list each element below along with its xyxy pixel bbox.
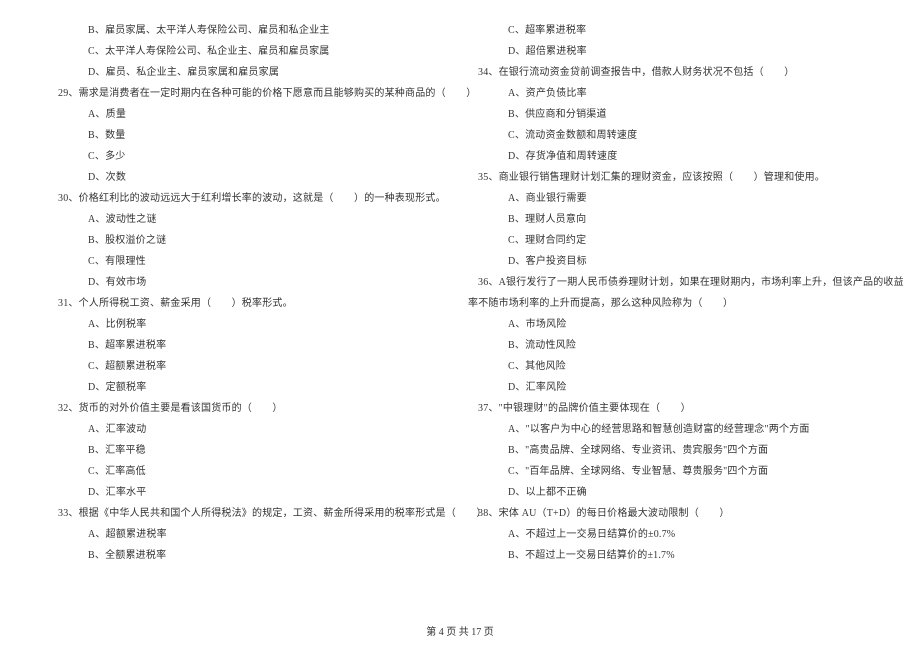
right-column: C、超率累进税率 D、超倍累进税率 34、在银行流动资金贷前调查报告中，借款人财… — [460, 20, 880, 600]
exam-page: B、雇员家属、太平洋人寿保险公司、雇员和私企业主 C、太平洋人寿保险公司、私企业… — [0, 0, 920, 600]
option-text: C、"百年品牌、全球网络、专业智慧、尊贵服务"四个方面 — [468, 461, 872, 482]
option-text: D、有效市场 — [48, 272, 452, 293]
option-text: B、不超过上一交易日结算价的±1.7% — [468, 545, 872, 566]
question-35: 35、商业银行销售理财计划汇集的理财资金，应该按照（ ）管理和使用。 — [468, 167, 872, 188]
option-text: C、太平洋人寿保险公司、私企业主、雇员和雇员家属 — [48, 41, 452, 62]
option-text: D、汇率水平 — [48, 482, 452, 503]
question-31: 31、个人所得税工资、薪金采用（ ）税率形式。 — [48, 293, 452, 314]
option-text: B、超率累进税率 — [48, 335, 452, 356]
question-36: 36、A银行发行了一期人民币债券理财计划，如果在理财期内，市场利率上升，但该产品… — [468, 272, 872, 293]
option-text: D、次数 — [48, 167, 452, 188]
page-footer: 第 4 页 共 17 页 — [0, 623, 920, 638]
option-text: C、理财合同约定 — [468, 230, 872, 251]
option-text: C、超率累进税率 — [468, 20, 872, 41]
option-text: A、质量 — [48, 104, 452, 125]
option-text: B、"高贵品牌、全球网络、专业资讯、贵宾服务"四个方面 — [468, 440, 872, 461]
option-text: C、汇率高低 — [48, 461, 452, 482]
option-text: A、市场风险 — [468, 314, 872, 335]
question-33: 33、根据《中华人民共和国个人所得税法》的规定，工资、薪金所得采用的税率形式是（… — [48, 503, 452, 524]
option-text: D、雇员、私企业主、雇员家属和雇员家属 — [48, 62, 452, 83]
option-text: C、多少 — [48, 146, 452, 167]
option-text: A、比例税率 — [48, 314, 452, 335]
option-text: A、不超过上一交易日结算价的±0.7% — [468, 524, 872, 545]
option-text: B、数量 — [48, 125, 452, 146]
question-29: 29、需求是消费者在一定时期内在各种可能的价格下愿意而且能够购买的某种商品的（ … — [48, 83, 452, 104]
option-text: B、流动性风险 — [468, 335, 872, 356]
question-38: 38、宋体 AU（T+D）的每日价格最大波动限制（ ） — [468, 503, 872, 524]
option-text: A、资产负债比率 — [468, 83, 872, 104]
left-column: B、雇员家属、太平洋人寿保险公司、雇员和私企业主 C、太平洋人寿保险公司、私企业… — [40, 20, 460, 600]
option-text: B、汇率平稳 — [48, 440, 452, 461]
option-text: D、以上都不正确 — [468, 482, 872, 503]
question-30: 30、价格红利比的波动远远大于红利增长率的波动，这就是（ ）的一种表现形式。 — [48, 188, 452, 209]
option-text: C、其他风险 — [468, 356, 872, 377]
option-text: C、流动资金数额和周转速度 — [468, 125, 872, 146]
option-text: A、超额累进税率 — [48, 524, 452, 545]
option-text: D、客户投资目标 — [468, 251, 872, 272]
question-37: 37、"中银理财"的品牌价值主要体现在（ ） — [468, 398, 872, 419]
question-36-cont: 率不随市场利率的上升而提高，那么这种风险称为（ ） — [468, 293, 872, 314]
question-32: 32、货币的对外价值主要是看该国货币的（ ） — [48, 398, 452, 419]
option-text: D、定额税率 — [48, 377, 452, 398]
option-text: A、汇率波动 — [48, 419, 452, 440]
option-text: C、超额累进税率 — [48, 356, 452, 377]
option-text: B、雇员家属、太平洋人寿保险公司、雇员和私企业主 — [48, 20, 452, 41]
option-text: B、供应商和分销渠道 — [468, 104, 872, 125]
option-text: D、超倍累进税率 — [468, 41, 872, 62]
option-text: A、波动性之谜 — [48, 209, 452, 230]
option-text: A、"以客户为中心的经营思路和智慧创造财富的经营理念"两个方面 — [468, 419, 872, 440]
option-text: B、股权溢价之谜 — [48, 230, 452, 251]
option-text: B、全额累进税率 — [48, 545, 452, 566]
option-text: C、有限理性 — [48, 251, 452, 272]
option-text: B、理财人员意向 — [468, 209, 872, 230]
option-text: D、存货净值和周转速度 — [468, 146, 872, 167]
option-text: A、商业银行需要 — [468, 188, 872, 209]
question-34: 34、在银行流动资金贷前调查报告中，借款人财务状况不包括（ ） — [468, 62, 872, 83]
option-text: D、汇率风险 — [468, 377, 872, 398]
